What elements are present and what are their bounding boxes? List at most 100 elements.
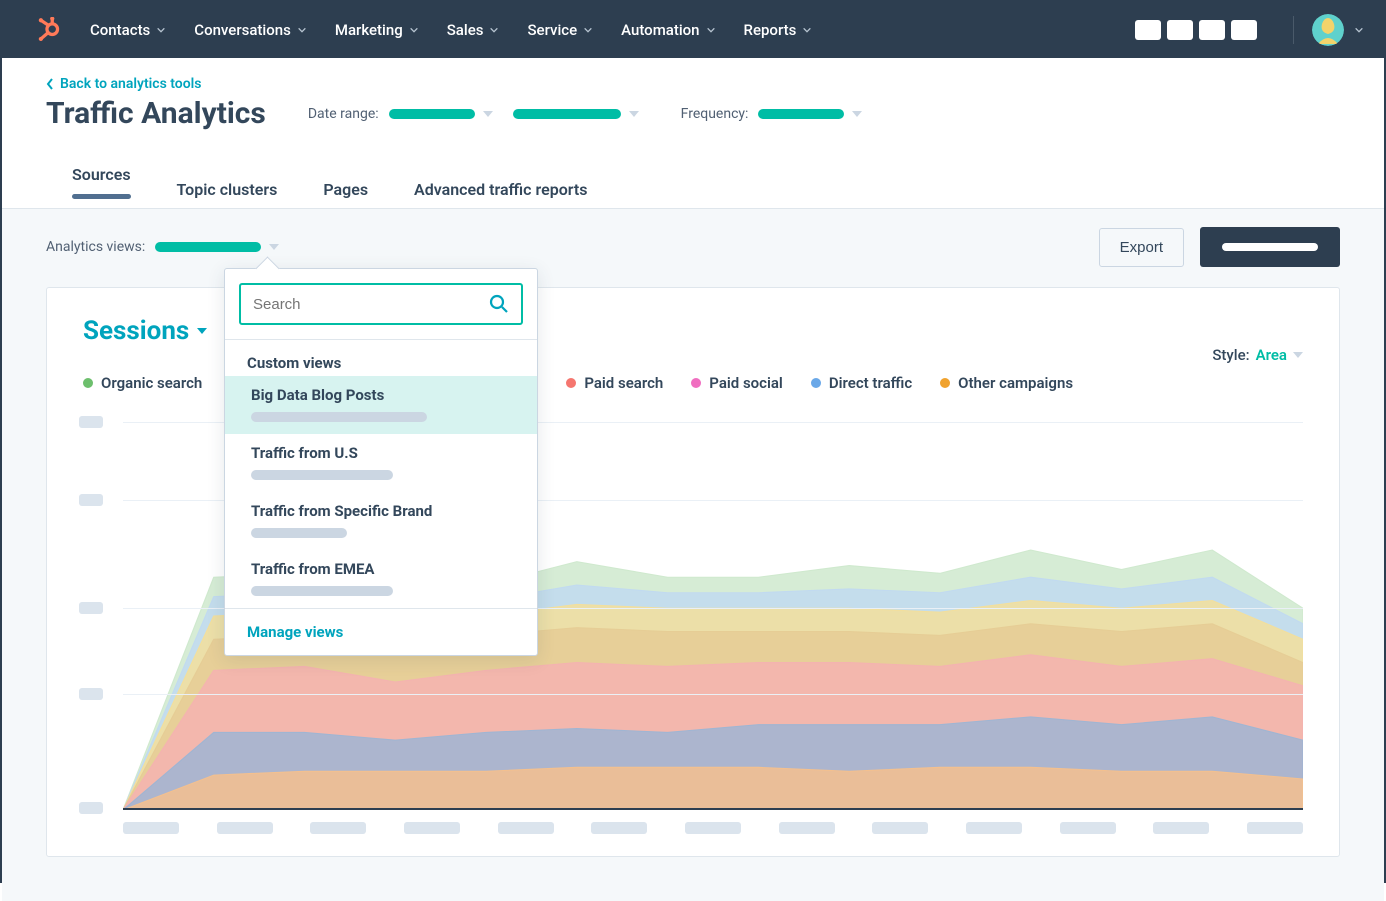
- x-tick: [779, 822, 835, 834]
- legend-item[interactable]: Paid social: [691, 374, 783, 392]
- frequency-dropdown[interactable]: [758, 109, 862, 119]
- legend-label: Direct traffic: [829, 374, 912, 392]
- hubspot-logo[interactable]: [36, 17, 62, 43]
- analytics-views-label: Analytics views:: [46, 239, 145, 255]
- nav-item-marketing[interactable]: Marketing: [335, 21, 419, 39]
- back-link[interactable]: Back to analytics tools: [46, 76, 1340, 92]
- search-input[interactable]: [253, 296, 473, 313]
- x-tick: [310, 822, 366, 834]
- page-title: Traffic Analytics: [46, 96, 266, 131]
- y-tick: [79, 802, 103, 814]
- tab-topic-clusters[interactable]: Topic clusters: [177, 180, 278, 211]
- nav-items: Contacts Conversations Marketing Sales Servi…: [90, 21, 812, 39]
- x-tick: [123, 822, 179, 834]
- nav-utility-icons: [1135, 20, 1257, 40]
- popover-item[interactable]: Traffic from Specific Brand: [225, 492, 537, 550]
- legend-label: Paid social: [709, 374, 783, 392]
- legend-item[interactable]: Other campaigns: [940, 374, 1073, 392]
- tab-advanced-traffic-reports[interactable]: Advanced traffic reports: [414, 180, 587, 211]
- frequency-filter: Frequency:: [681, 106, 863, 122]
- chevron-down-icon: [489, 25, 499, 35]
- export-button[interactable]: Export: [1099, 228, 1184, 267]
- popover-item-title: Traffic from EMEA: [251, 560, 511, 578]
- nav-item-automation[interactable]: Automation: [621, 21, 715, 39]
- date-range-label: Date range:: [308, 106, 379, 122]
- style-label: Style:: [1212, 346, 1249, 364]
- tabs: Sources Topic clusters Pages Advanced traff…: [46, 165, 1340, 211]
- nav-item-label: Service: [527, 21, 577, 39]
- back-link-label: Back to analytics tools: [60, 76, 202, 92]
- chart-style-dropdown[interactable]: Style: Area: [1212, 346, 1303, 364]
- nav-item-label: Reports: [744, 21, 797, 39]
- popover-item-subtitle: [251, 470, 393, 480]
- date-range-dropdown-2[interactable]: [513, 109, 639, 119]
- tab-pages[interactable]: Pages: [323, 180, 368, 211]
- legend-label: Organic search: [101, 374, 202, 392]
- popover-search[interactable]: [239, 283, 523, 325]
- legend-item[interactable]: Direct traffic: [811, 374, 912, 392]
- x-axis-ticks: [123, 822, 1303, 834]
- popover-item-subtitle: [251, 412, 427, 422]
- analytics-views-popover: Custom views Big Data Blog Posts Traffic …: [224, 268, 538, 656]
- x-tick: [1060, 822, 1116, 834]
- nav-item-conversations[interactable]: Conversations: [194, 21, 307, 39]
- legend-label: Other campaigns: [958, 374, 1073, 392]
- nav-item-label: Automation: [621, 21, 699, 39]
- nav-item-label: Contacts: [90, 21, 150, 39]
- date-range-filter: Date range:: [308, 106, 639, 122]
- nav-utility-icon[interactable]: [1199, 20, 1225, 40]
- primary-action-button[interactable]: [1200, 227, 1340, 267]
- x-tick: [872, 822, 928, 834]
- popover-item-subtitle: [251, 528, 347, 538]
- style-value: Area: [1256, 346, 1287, 364]
- chevron-down-icon: [802, 25, 812, 35]
- popover-item-title: Big Data Blog Posts: [251, 386, 511, 404]
- legend-item[interactable]: Organic search: [83, 374, 202, 392]
- popover-item-subtitle: [251, 586, 393, 596]
- nav-utility-icon[interactable]: [1167, 20, 1193, 40]
- popover-list: Big Data Blog Posts Traffic from U.S Traff…: [225, 376, 537, 608]
- tab-sources[interactable]: Sources: [72, 165, 131, 211]
- nav-item-label: Conversations: [194, 21, 291, 39]
- user-avatar[interactable]: [1312, 14, 1344, 46]
- popover-item[interactable]: Traffic from U.S: [225, 434, 537, 492]
- y-tick: [79, 602, 103, 614]
- popover-item-title: Traffic from U.S: [251, 444, 511, 462]
- nav-utility-icon[interactable]: [1231, 20, 1257, 40]
- y-tick: [79, 494, 103, 506]
- chevron-down-icon: [409, 25, 419, 35]
- x-tick: [1247, 822, 1303, 834]
- popover-item[interactable]: Big Data Blog Posts: [225, 376, 537, 434]
- nav-item-contacts[interactable]: Contacts: [90, 21, 166, 39]
- legend-item[interactable]: Paid search: [566, 374, 663, 392]
- search-icon: [489, 294, 509, 314]
- chevron-down-icon: [706, 25, 716, 35]
- popover-item[interactable]: Traffic from EMEA: [225, 550, 537, 608]
- x-axis: [123, 808, 1303, 810]
- nav-item-label: Marketing: [335, 21, 403, 39]
- date-range-dropdown-1[interactable]: [389, 109, 493, 119]
- nav-item-service[interactable]: Service: [527, 21, 593, 39]
- chevron-down-icon[interactable]: [1354, 25, 1364, 35]
- nav-utility-icon[interactable]: [1135, 20, 1161, 40]
- y-tick: [79, 688, 103, 700]
- analytics-views-dropdown[interactable]: [155, 242, 279, 252]
- chevron-down-icon: [583, 25, 593, 35]
- popover-item-title: Traffic from Specific Brand: [251, 502, 511, 520]
- page-header: Back to analytics tools Traffic Analytic…: [2, 58, 1384, 211]
- nav-divider: [1293, 16, 1294, 44]
- x-tick: [498, 822, 554, 834]
- chevron-down-icon: [297, 25, 307, 35]
- area-series: [123, 767, 1303, 810]
- x-tick: [217, 822, 273, 834]
- x-tick: [591, 822, 647, 834]
- popover-section-title: Custom views: [225, 340, 537, 376]
- x-tick: [404, 822, 460, 834]
- nav-item-sales[interactable]: Sales: [447, 21, 500, 39]
- x-tick: [966, 822, 1022, 834]
- legend-label: Paid search: [584, 374, 663, 392]
- chevron-down-icon: [156, 25, 166, 35]
- nav-item-label: Sales: [447, 21, 484, 39]
- manage-views-link[interactable]: Manage views: [225, 609, 537, 655]
- nav-item-reports[interactable]: Reports: [744, 21, 813, 39]
